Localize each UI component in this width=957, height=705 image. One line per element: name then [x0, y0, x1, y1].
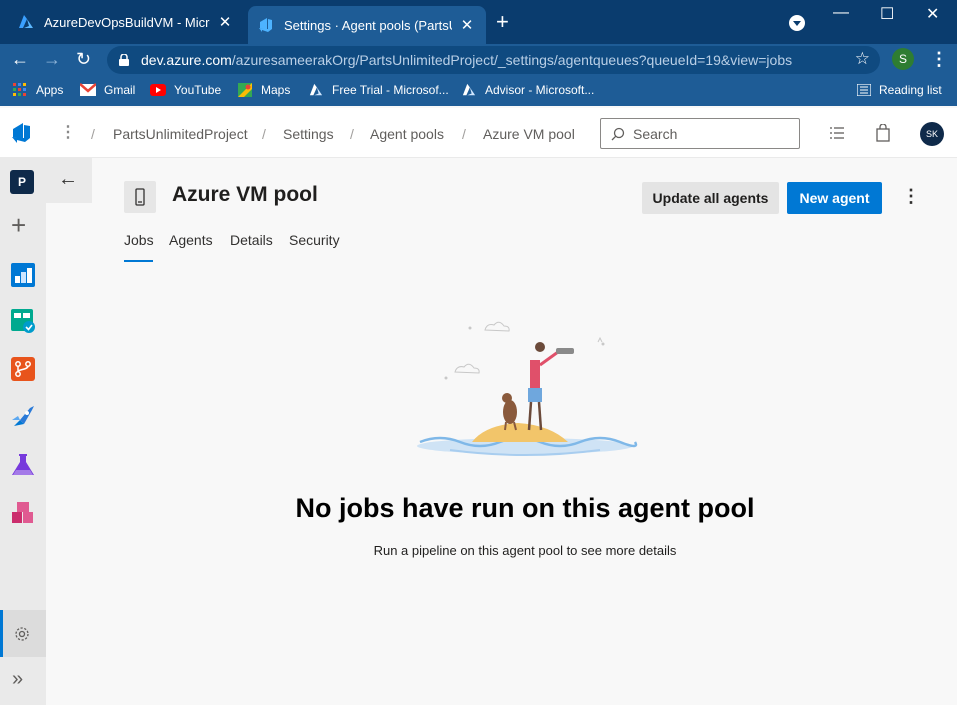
breadcrumb-project[interactable]: PartsUnlimitedProject	[113, 126, 248, 142]
url-bar[interactable]: dev.azure.com/azuresameerakOrg/PartsUnli…	[107, 46, 880, 74]
breadcrumb-pool[interactable]: Azure VM pool	[483, 126, 575, 142]
azure-icon	[309, 83, 323, 96]
tab-details[interactable]: Details	[230, 232, 273, 248]
bookmark-apps[interactable]: Apps	[12, 83, 63, 97]
active-tab-indicator	[124, 260, 153, 262]
profile-avatar[interactable]: S	[892, 48, 914, 70]
breadcrumb-separator: /	[91, 126, 95, 142]
bookmark-label: Free Trial - Microsof...	[332, 83, 449, 97]
azure-icon	[462, 83, 476, 96]
search-icon	[611, 127, 625, 140]
back-icon[interactable]: ←	[11, 49, 29, 70]
breadcrumb-settings[interactable]: Settings	[283, 126, 334, 142]
project-settings[interactable]	[0, 610, 46, 657]
gear-icon	[15, 627, 29, 641]
tab-security[interactable]: Security	[289, 232, 340, 248]
browser-tabbar: AzureDevOpsBuildVM - Microsof ✕ Settings…	[0, 0, 957, 44]
pipelines-icon[interactable]	[10, 404, 36, 430]
reading-list-icon	[857, 84, 871, 96]
forward-icon[interactable]: →	[43, 49, 61, 70]
azure-devops-logo-icon[interactable]	[10, 122, 32, 144]
maps-icon	[238, 83, 252, 97]
tab-title: Settings · Agent pools (PartsUnlim	[284, 17, 452, 33]
new-tab-icon[interactable]: +	[496, 10, 509, 34]
left-nav: P + »	[0, 158, 46, 705]
empty-state-subtitle: Run a pipeline on this agent pool to see…	[373, 543, 677, 558]
reload-icon[interactable]: ↻	[76, 49, 91, 70]
minimize-icon[interactable]: —	[833, 4, 849, 22]
test-plans-icon[interactable]	[10, 452, 36, 478]
reading-list[interactable]: Reading list	[857, 83, 942, 97]
azure-icon	[19, 15, 33, 28]
bookmark-star-icon[interactable]: ☆	[855, 49, 870, 69]
breadcrumb-separator: /	[462, 126, 466, 142]
bookmark-advisor[interactable]: Advisor - Microsoft...	[461, 83, 594, 97]
boards-icon[interactable]	[10, 308, 36, 334]
close-tab-icon[interactable]: ✕	[216, 13, 234, 31]
browser-tab-active[interactable]: Settings · Agent pools (PartsUnlim ✕	[248, 6, 486, 44]
user-avatar[interactable]: SK	[920, 122, 944, 146]
bookmark-free-trial[interactable]: Free Trial - Microsof...	[308, 83, 449, 97]
breadcrumb-separator: /	[262, 126, 266, 142]
bookmark-label: Gmail	[104, 83, 136, 97]
browser-tab[interactable]: AzureDevOpsBuildVM - Microsof ✕	[8, 6, 244, 38]
breadcrumb-agent-pools[interactable]: Agent pools	[370, 126, 444, 142]
apps-grid-icon	[13, 83, 26, 96]
close-window-icon[interactable]: ✕	[926, 4, 939, 24]
bookmark-youtube[interactable]: YouTube	[150, 83, 221, 97]
empty-state-title: No jobs have run on this agent pool	[295, 493, 755, 523]
overview-icon[interactable]	[10, 262, 36, 288]
expand-nav-icon[interactable]: »	[12, 668, 23, 691]
task-list-icon[interactable]	[828, 124, 846, 142]
bookmarks-bar: Apps Gmail YouTube Maps Free Trial - Mic…	[0, 76, 957, 106]
tab-title: AzureDevOpsBuildVM - Microsof	[44, 14, 210, 30]
tab-agents[interactable]: Agents	[169, 232, 213, 248]
back-pane: ←	[46, 158, 92, 203]
breadcrumb-separator: /	[350, 126, 354, 142]
page-title: Azure VM pool	[172, 183, 318, 206]
back-arrow-icon[interactable]: ←	[58, 168, 78, 191]
address-toolbar: ← → ↻ dev.azure.com/azuresameerakOrg/Par…	[0, 44, 957, 76]
update-all-agents-button[interactable]: Update all agents	[642, 182, 779, 214]
bookmark-label: YouTube	[174, 83, 222, 97]
repos-icon[interactable]	[10, 356, 36, 382]
bookmark-label: Maps	[261, 83, 291, 97]
add-icon[interactable]: +	[11, 212, 26, 238]
youtube-icon	[150, 84, 166, 96]
url-path: /azuresameerakOrg/PartsUnlimitedProject/…	[231, 52, 793, 68]
bookmark-label: Apps	[36, 83, 64, 97]
tab-search-icon[interactable]	[789, 15, 805, 31]
search-placeholder: Search	[633, 125, 678, 142]
maximize-icon[interactable]: ☐	[880, 4, 894, 24]
close-tab-icon[interactable]: ✕	[458, 16, 476, 34]
search-input[interactable]: Search	[600, 118, 800, 149]
bookmark-gmail[interactable]: Gmail	[80, 83, 135, 97]
browser-menu-icon[interactable]: ⋮	[930, 49, 948, 70]
reading-list-label: Reading list	[879, 83, 942, 97]
more-actions-icon[interactable]: ⋮	[902, 186, 920, 206]
new-agent-button[interactable]: New agent	[787, 182, 882, 214]
bookmark-maps[interactable]: Maps	[237, 83, 290, 97]
project-avatar[interactable]: P	[10, 170, 34, 194]
tab-jobs[interactable]: Jobs	[124, 232, 154, 248]
shopping-bag-icon[interactable]	[874, 124, 892, 142]
more-options-icon[interactable]: ⋮	[60, 122, 76, 142]
gmail-icon	[80, 83, 96, 96]
empty-state-illustration	[417, 321, 638, 456]
lock-icon	[119, 54, 129, 66]
ado-header: ⋮ / PartsUnlimitedProject / Settings / A…	[0, 108, 957, 158]
url-host: dev.azure.com	[141, 52, 232, 68]
bookmark-label: Advisor - Microsoft...	[485, 83, 595, 97]
agent-pool-icon	[124, 181, 156, 213]
azure-devops-icon	[259, 18, 272, 32]
